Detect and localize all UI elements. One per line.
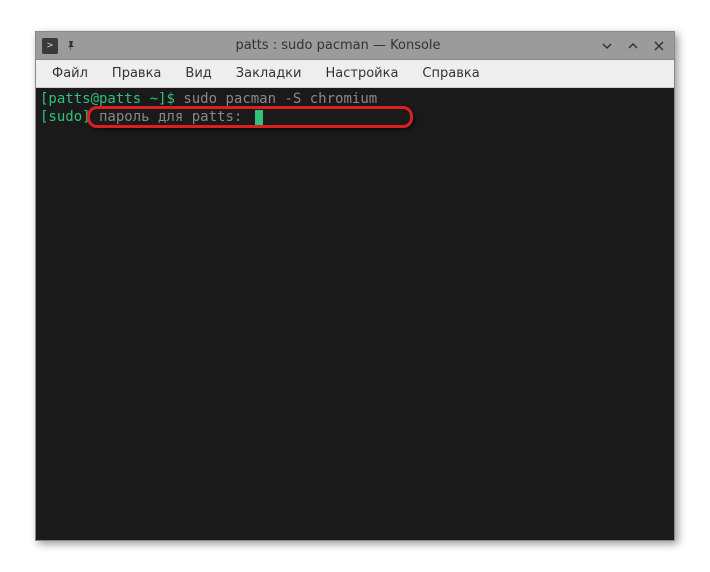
menubar: Файл Правка Вид Закладки Настройка Справ…	[36, 60, 674, 88]
password-prompt-text: пароль для patts:	[91, 109, 251, 125]
window-title: patts : sudo pacman — Konsole	[78, 38, 598, 53]
titlebar-left	[42, 38, 78, 54]
command-text: sudo pacman -S chromium	[183, 91, 377, 107]
menu-edit[interactable]: Правка	[100, 62, 173, 85]
prompt-user-host: [patts@patts	[40, 91, 141, 107]
menu-help[interactable]: Справка	[410, 62, 491, 85]
terminal-line-1: [patts@patts ~]$ sudo pacman -S chromium	[40, 90, 654, 108]
window-controls	[598, 37, 668, 55]
terminal-icon	[42, 38, 58, 54]
menu-settings[interactable]: Настройка	[313, 62, 410, 85]
terminal-cursor	[255, 110, 263, 125]
close-button[interactable]	[650, 37, 668, 55]
menu-view[interactable]: Вид	[173, 62, 223, 85]
prompt-symbol: $	[166, 91, 183, 107]
sudo-prefix: [sudo]	[40, 109, 91, 125]
konsole-window: patts : sudo pacman — Konsole Файл Правк…	[35, 31, 675, 541]
prompt-path: ~]	[141, 91, 166, 107]
menu-file[interactable]: Файл	[40, 62, 100, 85]
titlebar: patts : sudo pacman — Konsole	[36, 32, 674, 60]
maximize-button[interactable]	[624, 37, 642, 55]
terminal-area[interactable]: [patts@patts ~]$ sudo pacman -S chromium…	[36, 88, 674, 540]
minimize-button[interactable]	[598, 37, 616, 55]
menu-bookmarks[interactable]: Закладки	[224, 62, 314, 85]
password-prompt-highlight: пароль для patts:	[91, 108, 263, 126]
terminal-line-2: [sudo] пароль для patts:	[40, 108, 654, 126]
pin-icon[interactable]	[64, 39, 78, 53]
